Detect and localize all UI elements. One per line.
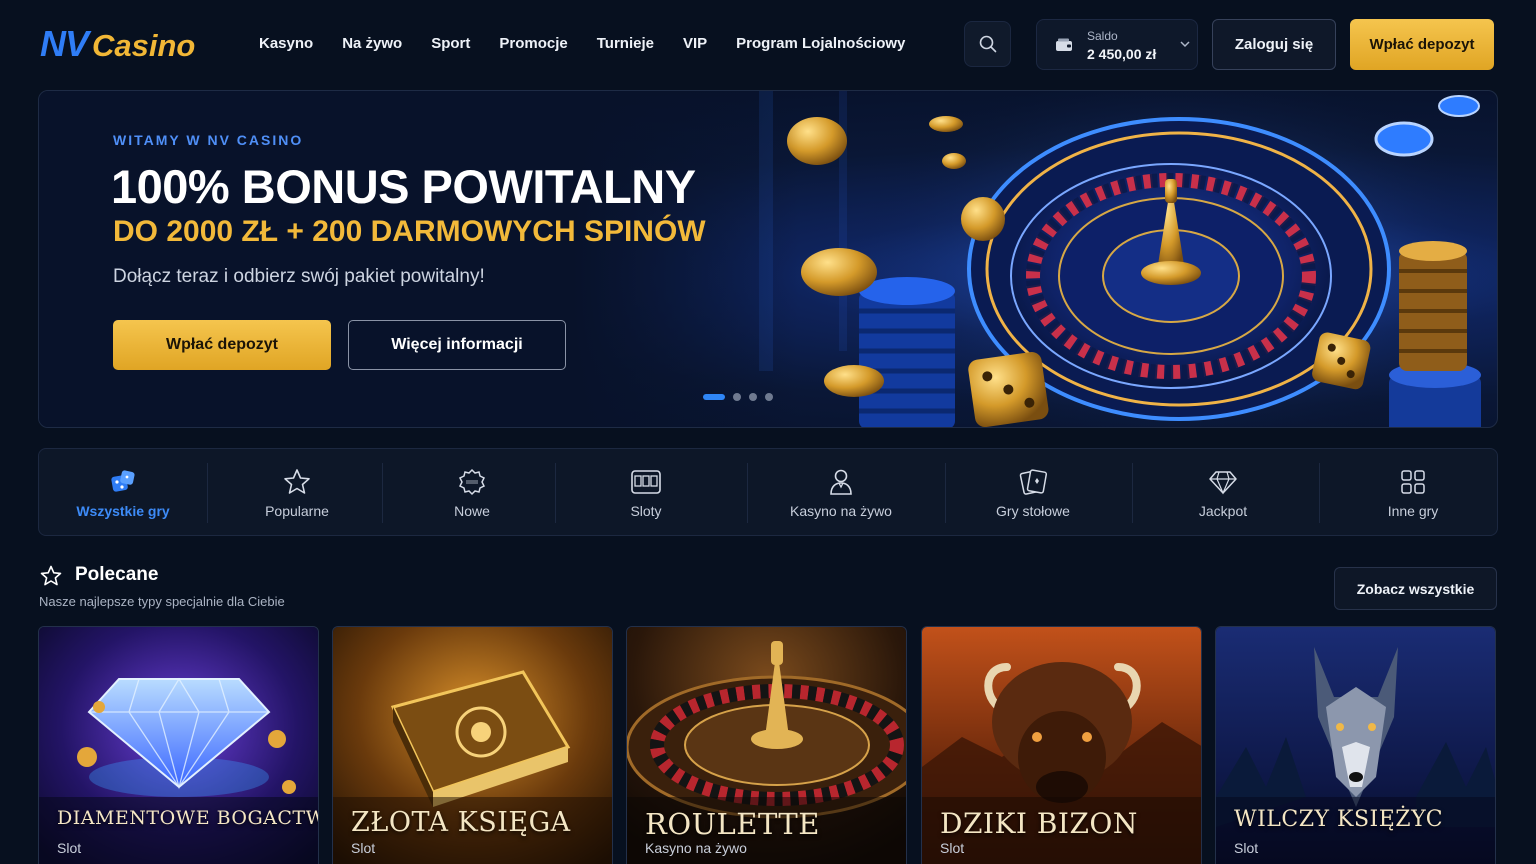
hero-deposit-button[interactable]: Wpłać depozyt — [113, 320, 331, 370]
divider — [382, 463, 383, 523]
divider — [945, 463, 946, 523]
divider — [555, 463, 556, 523]
site-logo[interactable]: NV Casino — [40, 24, 195, 64]
category-bar: Wszystkie gry Popularne Nowe Sloty Kasyn… — [38, 448, 1498, 536]
hero-eyebrow: WITAMY W NV CASINO — [113, 132, 304, 148]
balance-dropdown[interactable]: Saldo 2 450,00 zł — [1036, 19, 1198, 70]
game-card-diamentowe-bogactwo[interactable]: DIAMENTOWE BOGACTWO Slot — [38, 626, 319, 864]
nav-item-promocje[interactable]: Promocje — [499, 34, 567, 54]
carousel-dot-4[interactable] — [765, 393, 773, 401]
category-popularne[interactable]: Popularne — [237, 449, 357, 537]
divider — [1319, 463, 1320, 523]
game-title: DIAMENTOWE BOGACTWO — [57, 807, 319, 829]
grid-icon — [1400, 467, 1426, 497]
category-inne-gry[interactable]: Inne gry — [1353, 449, 1473, 537]
game-card-roulette[interactable]: ROULETTE Kasyno na żywo — [626, 626, 907, 864]
deposit-button[interactable]: Wpłać depozyt — [1350, 19, 1494, 70]
carousel-dots — [703, 393, 773, 401]
divider — [1132, 463, 1133, 523]
logo-nv-text: NV — [40, 23, 89, 64]
game-card-dziki-bizon[interactable]: DZIKI BIZON Slot — [921, 626, 1202, 864]
game-title: DZIKI BIZON — [940, 807, 1138, 840]
section-subtitle: Nasze najlepsze typy specjalnie dla Cieb… — [39, 594, 285, 609]
game-title: WILCZY KSIĘŻYC — [1234, 807, 1444, 832]
category-jackpot[interactable]: Jackpot — [1163, 449, 1283, 537]
main-nav: Kasyno Na żywo Sport Promocje Turnieje V… — [259, 34, 934, 54]
nav-item-na-zywo[interactable]: Na żywo — [342, 34, 402, 54]
category-label: Gry stołowe — [996, 503, 1070, 519]
carousel-dot-1[interactable] — [703, 394, 725, 400]
game-title: ZŁOTA KSIĘGA — [351, 807, 571, 838]
game-type: Slot — [1234, 840, 1259, 856]
hero-description: Dołącz teraz i odbierz swój pakiet powit… — [113, 266, 485, 287]
game-type: Slot — [57, 840, 82, 856]
nav-item-kasyno[interactable]: Kasyno — [259, 34, 313, 54]
search-icon — [979, 35, 996, 53]
dice-icon — [109, 467, 137, 497]
game-type: Kasyno na żywo — [645, 840, 747, 856]
category-label: Popularne — [265, 503, 329, 519]
logo-casino-text: Casino — [92, 28, 196, 63]
category-label: Nowe — [454, 503, 490, 519]
hero-subtitle: DO 2000 ZŁ + 200 DARMOWYCH SPINÓW — [113, 215, 706, 248]
cards-icon — [1018, 467, 1048, 497]
game-card-wilczy-ksiezyc[interactable]: WILCZY KSIĘŻYC Slot — [1215, 626, 1496, 864]
roulette-wheel-illustration — [759, 91, 1497, 427]
new-badge-icon — [458, 467, 486, 497]
nav-item-vip[interactable]: VIP — [683, 34, 707, 54]
slot-machine-icon — [630, 467, 662, 497]
category-label: Inne gry — [1387, 503, 1439, 519]
category-nowe[interactable]: Nowe — [412, 449, 532, 537]
section-title: Polecane — [75, 564, 159, 585]
hero-banner: WITAMY W NV CASINO 100% BONUS POWITALNY … — [38, 90, 1498, 428]
top-header: NV Casino Kasyno Na żywo Sport Promocje … — [0, 0, 1536, 88]
divider — [747, 463, 748, 523]
diamond-icon — [1208, 467, 1238, 497]
chevron-down-icon — [1180, 41, 1190, 48]
nav-item-turnieje[interactable]: Turnieje — [597, 34, 654, 54]
category-label: Jackpot — [1198, 503, 1248, 519]
nav-item-program-lojalnosciowy[interactable]: Program Lojalnościowy — [736, 34, 905, 54]
wallet-icon — [1056, 38, 1072, 51]
search-button[interactable] — [964, 21, 1011, 67]
game-title: ROULETTE — [645, 807, 820, 841]
dealer-icon — [828, 467, 854, 497]
category-label: Wszystkie gry — [76, 503, 170, 519]
category-wszystkie-gry[interactable]: Wszystkie gry — [63, 449, 183, 537]
balance-label: Saldo — [1087, 29, 1118, 43]
hero-more-info-button[interactable]: Więcej informacji — [348, 320, 566, 370]
category-label: Sloty — [630, 503, 662, 519]
category-gry-stolowe[interactable]: Gry stołowe — [973, 449, 1093, 537]
game-type: Slot — [351, 840, 376, 856]
nav-item-sport[interactable]: Sport — [431, 34, 470, 54]
category-sloty[interactable]: Sloty — [586, 449, 706, 537]
game-card-zlota-ksiega[interactable]: ZŁOTA KSIĘGA Slot — [332, 626, 613, 864]
carousel-dot-3[interactable] — [749, 393, 757, 401]
category-kasyno-na-zywo[interactable]: Kasyno na żywo — [771, 449, 911, 537]
star-icon — [283, 467, 311, 497]
game-type: Slot — [940, 840, 965, 856]
see-all-button[interactable]: Zobacz wszystkie — [1334, 567, 1497, 610]
balance-value: 2 450,00 zł — [1087, 46, 1157, 62]
login-button[interactable]: Zaloguj się — [1212, 19, 1336, 70]
star-icon — [40, 565, 62, 586]
hero-title: 100% BONUS POWITALNY — [111, 160, 696, 213]
category-label: Kasyno na żywo — [790, 503, 892, 519]
carousel-dot-2[interactable] — [733, 393, 741, 401]
divider — [207, 463, 208, 523]
